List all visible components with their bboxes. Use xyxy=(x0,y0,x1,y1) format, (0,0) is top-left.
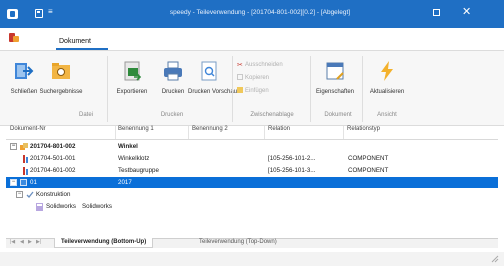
status-bar xyxy=(0,252,504,266)
version-icon xyxy=(20,179,27,186)
table-row[interactable]: − 201704-801-002 Winkel xyxy=(6,141,498,152)
cell-benennung-1: Winkelklotz xyxy=(118,155,150,162)
tab-dokument[interactable]: Dokument xyxy=(59,38,91,45)
cell-dokument-nr: 201704-601-002 xyxy=(30,167,76,174)
app-icon[interactable] xyxy=(7,9,18,19)
table-row[interactable]: Solidworks Solidworks xyxy=(6,201,498,212)
resize-grip-icon[interactable] xyxy=(491,255,499,263)
properties-icon xyxy=(324,60,346,82)
column-divider[interactable] xyxy=(115,126,116,139)
copy-icon xyxy=(237,74,243,80)
cell-relation: [105-256-101-3... xyxy=(268,167,316,174)
group-label-drucken: Drucken xyxy=(160,112,184,118)
print-preview-icon xyxy=(198,60,220,82)
collapse-toggle[interactable]: − xyxy=(10,179,17,186)
cell-dokument-nr: 201704-501-001 xyxy=(30,155,76,162)
cell-dokument-nr: 01 xyxy=(30,179,37,186)
quick-access-more-icon[interactable]: ≡ xyxy=(48,7,53,16)
window-title: speedy - Teileverwendung - [201704-801-0… xyxy=(169,9,351,16)
assembly-icon xyxy=(20,143,28,150)
ribbon-divider xyxy=(362,56,363,122)
table-row-selected[interactable]: − 01 2017 xyxy=(6,177,498,188)
lightning-icon xyxy=(376,60,398,82)
print-button[interactable]: Drucken xyxy=(153,60,193,95)
refresh-button[interactable]: Aktualisieren xyxy=(364,60,410,95)
export-button[interactable]: Exportieren xyxy=(111,60,153,95)
title-bar: ≡ speedy - Teileverwendung - [201704-801… xyxy=(0,0,504,28)
properties-button[interactable]: Eigenschaften xyxy=(311,60,359,95)
scissors-icon: ✂ xyxy=(237,62,243,69)
print-preview-button[interactable]: Drucken Vorschau xyxy=(188,60,237,95)
collapse-toggle[interactable]: − xyxy=(16,191,23,198)
folder-search-icon xyxy=(50,60,72,82)
column-divider[interactable] xyxy=(188,126,189,139)
part-icon xyxy=(22,155,29,163)
cell-benennung-1: Testbaugruppe xyxy=(118,167,159,174)
group-label-datei: Datei xyxy=(78,112,93,118)
cell-relation: [105-256-101-2... xyxy=(268,155,316,162)
search-results-button[interactable]: Suchergebnisse xyxy=(36,60,86,95)
group-label-ansicht: Ansicht xyxy=(377,112,397,118)
ribbon-divider xyxy=(107,56,108,122)
tab-bottom-up[interactable]: Teileverwendung (Bottom-Up) xyxy=(54,238,154,248)
cell-benennung-1: 2017 xyxy=(118,179,132,186)
cell-dokument-nr: Solidworks xyxy=(46,203,76,210)
printer-icon xyxy=(162,60,184,82)
header-divider xyxy=(6,139,498,140)
cell-relationstyp: COMPONENT xyxy=(348,167,389,174)
collapse-toggle[interactable]: − xyxy=(10,143,17,150)
column-divider[interactable] xyxy=(264,126,265,139)
first-tab-icon[interactable]: |◀ xyxy=(10,239,15,245)
paste-icon xyxy=(237,87,243,93)
tab-top-down[interactable]: Teileverwendung (Top-Down) xyxy=(193,238,283,248)
cell-relationstyp: COMPONENT xyxy=(348,155,389,162)
cell-dokument-nr: 201704-801-002 xyxy=(30,143,76,150)
solidworks-doc-icon xyxy=(36,203,43,211)
column-header-benennung-2[interactable]: Benennung 2 xyxy=(192,126,228,139)
prev-tab-icon[interactable]: ◀ xyxy=(20,239,24,245)
column-divider[interactable] xyxy=(343,126,344,139)
table-row[interactable]: 201704-601-002 Testbaugruppe [105-256-10… xyxy=(6,165,498,176)
cell-dokument-nr: Konstruktion xyxy=(36,191,71,198)
cell-benennung-1: Solidworks xyxy=(82,203,112,210)
column-header-relation[interactable]: Relation xyxy=(268,126,290,139)
cut-button[interactable]: ✂ Ausschneiden xyxy=(237,61,283,69)
copy-button[interactable]: Kopieren xyxy=(237,74,269,81)
column-header-relationstyp[interactable]: Relationstyp xyxy=(347,126,380,139)
exit-arrow-icon xyxy=(13,60,35,82)
table-row[interactable]: 201704-501-001 Winkelklotz [105-256-101-… xyxy=(6,153,498,164)
group-label-dokument: Dokument xyxy=(324,112,352,118)
restore-window-button[interactable] xyxy=(433,9,440,16)
close-window-button[interactable]: ✕ xyxy=(462,5,471,18)
save-icon[interactable] xyxy=(35,9,43,18)
folder-check-icon xyxy=(26,191,34,198)
file-menu-icon[interactable] xyxy=(9,33,19,43)
part-icon xyxy=(22,167,29,175)
cell-benennung-1: Winkel xyxy=(118,143,138,150)
column-header-dokument-nr[interactable]: Dokument-Nr xyxy=(10,126,46,139)
column-header-benennung-1[interactable]: Benennung 1 xyxy=(118,126,154,139)
next-tab-icon[interactable]: ▶ xyxy=(28,239,32,245)
group-label-zwischenablage: Zwischenablage xyxy=(250,112,294,118)
last-tab-icon[interactable]: ▶| xyxy=(36,239,41,245)
paste-button[interactable]: Einfügen xyxy=(237,87,269,94)
export-excel-icon xyxy=(121,60,143,82)
table-row[interactable]: − Konstruktion xyxy=(6,189,498,200)
ribbon-divider xyxy=(232,56,233,122)
